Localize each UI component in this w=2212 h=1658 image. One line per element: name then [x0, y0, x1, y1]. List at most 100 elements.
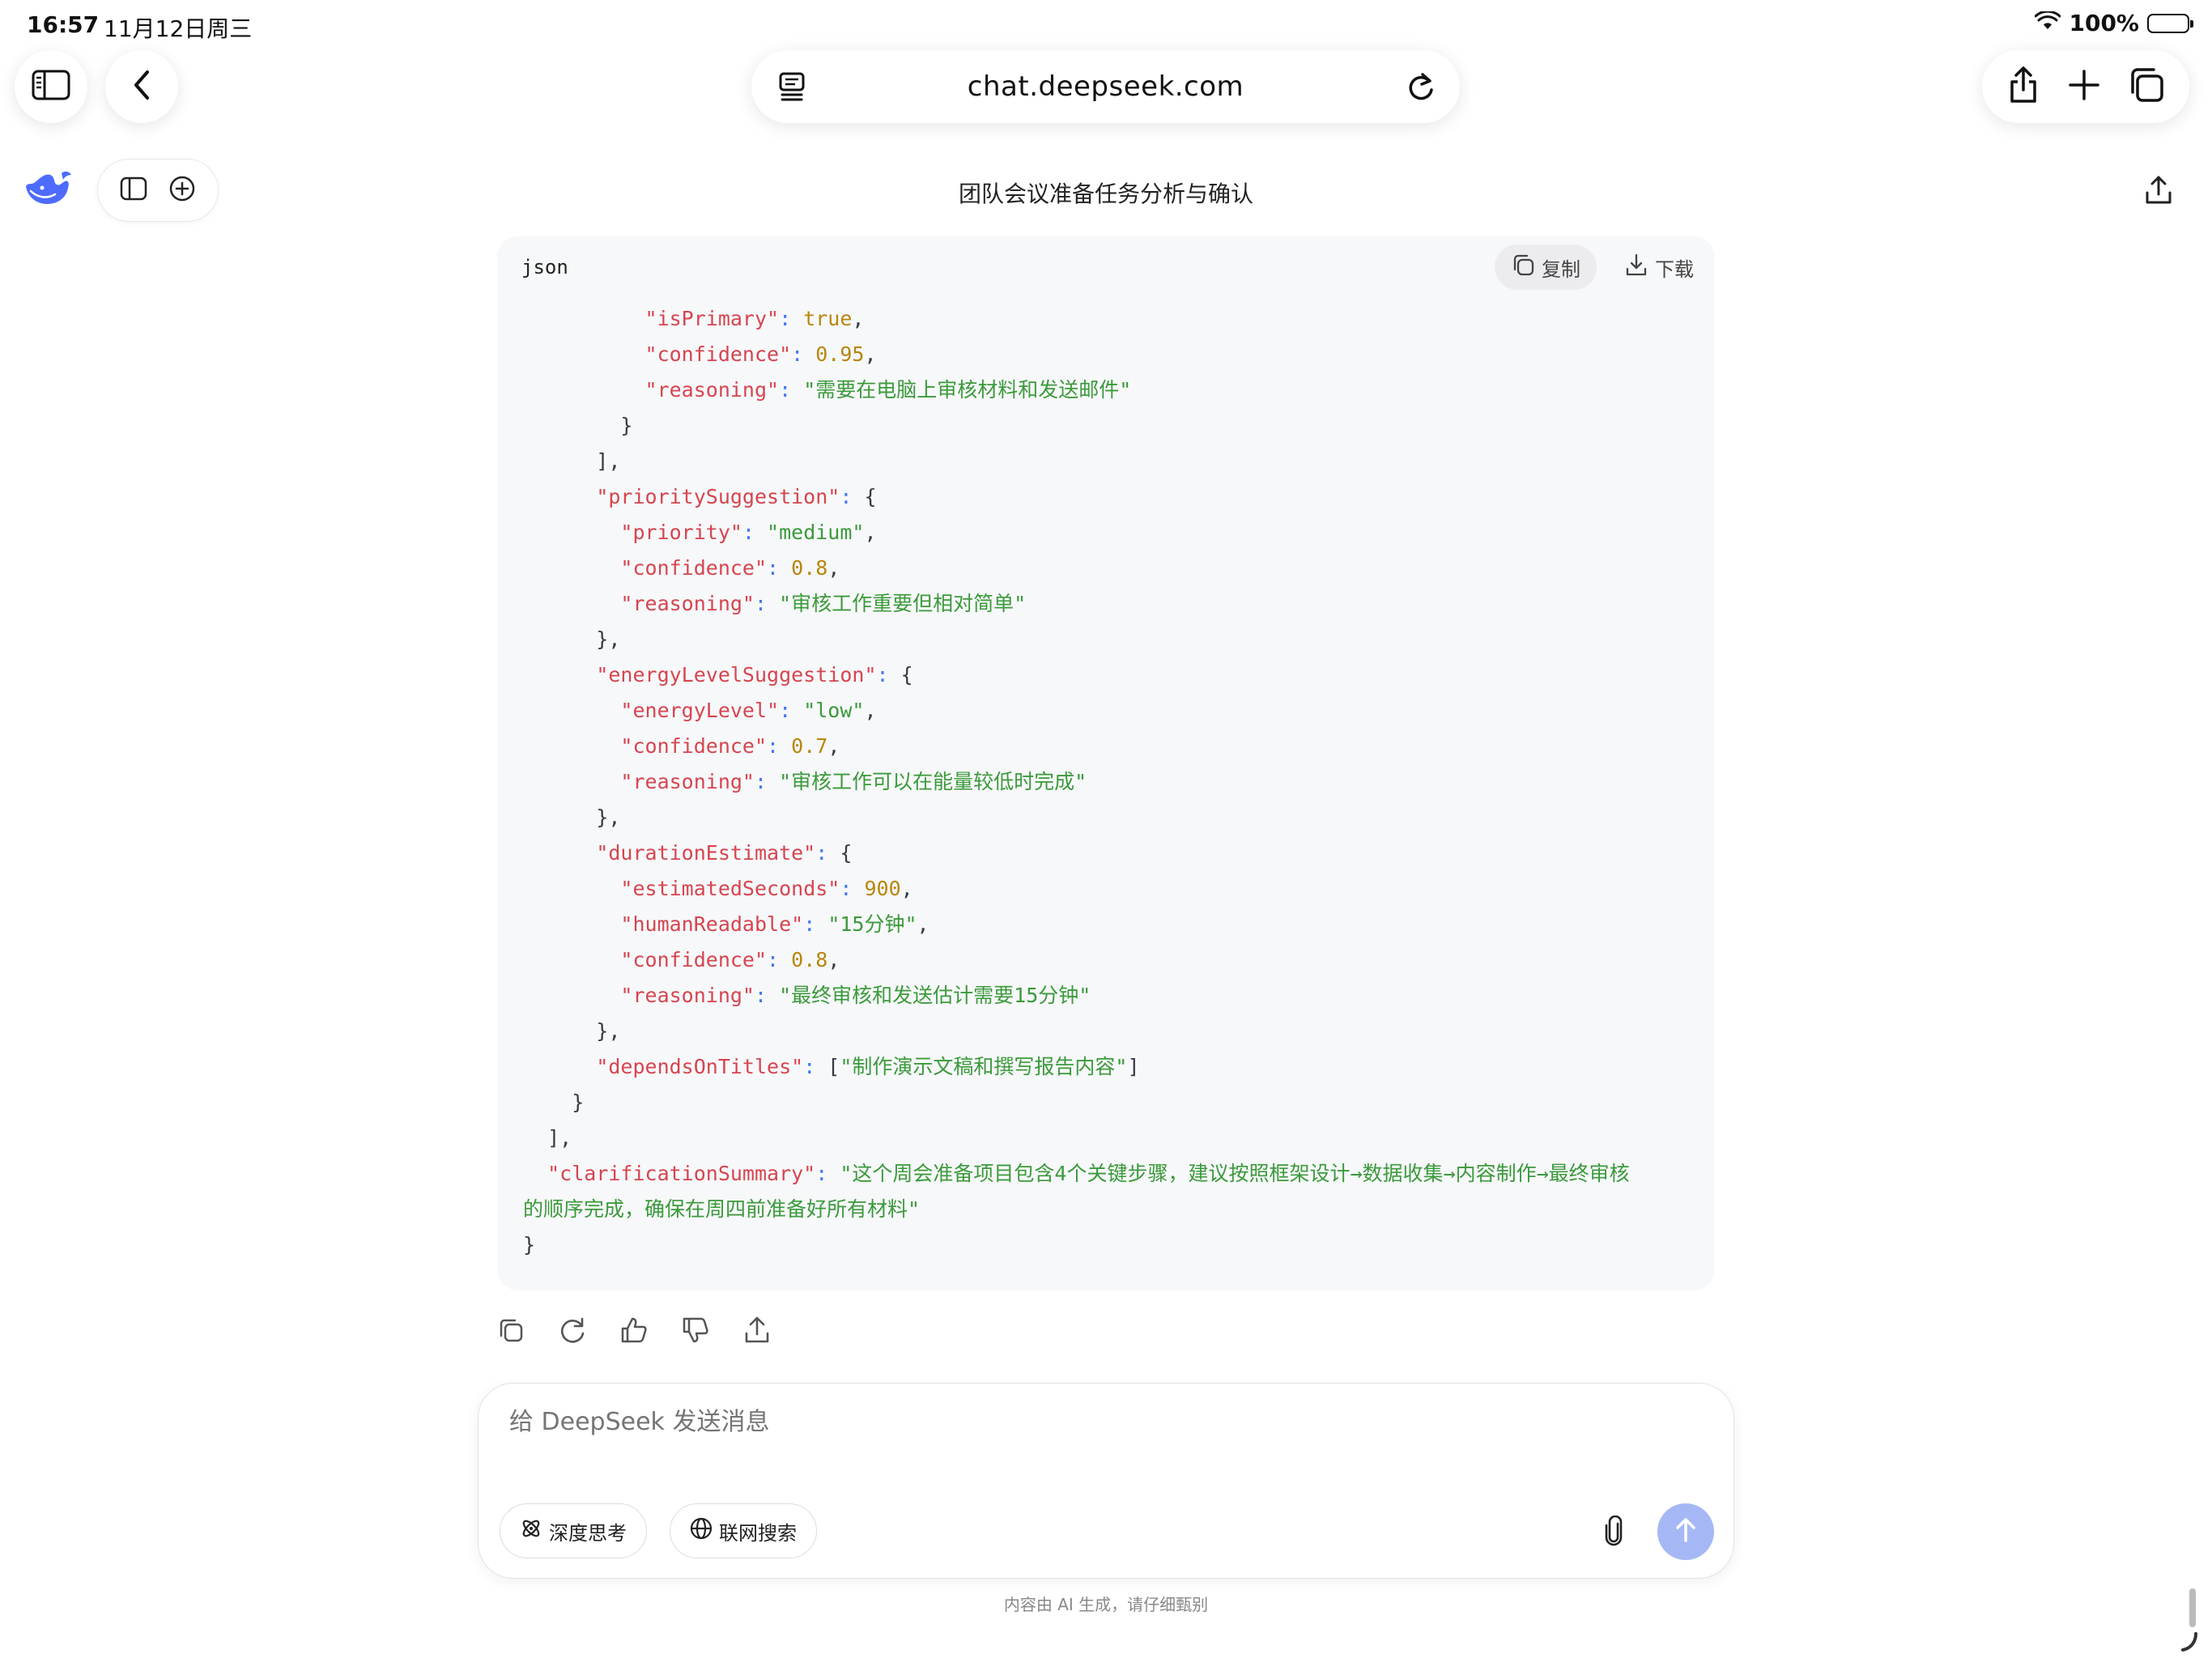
regenerate-icon[interactable]: [555, 1313, 589, 1347]
code-line: ],: [523, 444, 1697, 479]
code-line: 的顺序完成，确保在周四前准备好所有材料": [523, 1192, 1697, 1227]
web-search-toggle[interactable]: 联网搜索: [670, 1503, 817, 1558]
code-language: json: [521, 256, 568, 278]
code-token: "制作演示文稿和撰写报告内容": [840, 1055, 1128, 1078]
code-line: "estimatedSeconds": 900,: [523, 871, 1697, 907]
code-token: "confidence": [620, 556, 768, 580]
code-line: "confidence": 0.7,: [523, 729, 1697, 764]
code-token: :: [742, 521, 768, 544]
sidebar-toggle-button[interactable]: [15, 50, 87, 123]
url-text[interactable]: chat.deepseek.com: [968, 70, 1244, 103]
code-token: ,: [852, 307, 865, 330]
code-token: "confidence": [620, 734, 768, 758]
code-token: "dependsOnTitles": [596, 1055, 804, 1078]
code-line: "confidence": 0.8,: [523, 942, 1697, 978]
code-token: ,: [827, 734, 840, 758]
address-bar[interactable]: chat.deepseek.com: [751, 50, 1460, 123]
status-right: 100%: [2034, 10, 2193, 36]
code-token: :: [755, 770, 780, 793]
thumbs-down-icon[interactable]: [678, 1313, 713, 1347]
code-token: "这个周会准备项目包含4个关键步骤，建议按照框架设计→数据收集→内容制作→最终审…: [840, 1162, 1630, 1185]
code-line: },: [523, 1014, 1697, 1049]
ai-disclaimer: 内容由 AI 生成，请仔细甄别: [1003, 1595, 1209, 1614]
code-token: :: [791, 342, 816, 366]
share-icon[interactable]: [2006, 66, 2040, 108]
thumbs-up-icon[interactable]: [617, 1313, 651, 1347]
code-line: "energyLevelSuggestion": {: [523, 657, 1697, 693]
battery-percent: 100%: [2069, 10, 2139, 36]
message-input[interactable]: [509, 1408, 1562, 1436]
code-token: :: [815, 841, 840, 865]
code-line: "dependsOnTitles": ["制作演示文稿和撰写报告内容"]: [523, 1049, 1697, 1085]
code-line: "humanReadable": "15分钟",: [523, 907, 1697, 942]
copy-code-button[interactable]: 复制: [1495, 244, 1597, 290]
tabs-icon[interactable]: [2128, 66, 2165, 107]
code-token: :: [876, 663, 901, 687]
deep-think-label: 深度思考: [549, 1521, 627, 1545]
code-token: ,: [827, 948, 840, 971]
code-token: ,: [864, 342, 877, 366]
code-line: "reasoning": "需要在电脑上审核材料和发送邮件": [523, 372, 1697, 408]
send-button[interactable]: [1657, 1503, 1714, 1560]
code-token: ,: [900, 877, 913, 900]
share-icon[interactable]: [2144, 175, 2173, 209]
code-line: "isPrimary": true,: [523, 301, 1697, 337]
status-time: 16:57: [27, 11, 100, 38]
conversation-title: 团队会议准备任务分析与确认: [958, 181, 1253, 207]
code-token: true: [803, 307, 853, 330]
code-token: },: [523, 1019, 621, 1043]
code-token: "clarificationSummary": [547, 1162, 816, 1185]
code-line: "confidence": 0.95,: [523, 337, 1697, 372]
code-line: },: [523, 622, 1697, 657]
copy-label: 复制: [1542, 257, 1580, 281]
code-token: :: [803, 1055, 828, 1078]
code-token: },: [523, 627, 621, 651]
plus-icon[interactable]: [2067, 68, 2101, 105]
share-icon[interactable]: [740, 1313, 774, 1347]
code-token: "最终审核和发送估计需要15分钟": [779, 984, 1091, 1007]
back-button[interactable]: [105, 50, 178, 123]
browser-actions: [1982, 50, 2189, 123]
download-code-button[interactable]: 下载: [1611, 244, 1707, 290]
code-token: :: [840, 877, 865, 900]
code-token: [: [827, 1055, 840, 1078]
code-token: ]: [1127, 1055, 1140, 1078]
code-token: ,: [864, 699, 877, 722]
chevron-left-icon: [130, 69, 154, 104]
code-line: "reasoning": "审核工作可以在能量较低时完成": [523, 764, 1697, 800]
code-token: 0.7: [791, 734, 828, 758]
reload-icon[interactable]: [1405, 70, 1437, 107]
code-block: json 复制 下载 "isPrimary": true, "confidenc…: [497, 236, 1715, 1290]
code-token: ],: [523, 1126, 572, 1150]
code-token: },: [523, 806, 621, 829]
battery-icon: [2147, 13, 2193, 33]
code-line: },: [523, 800, 1697, 835]
code-token: :: [755, 592, 780, 615]
code-line: "reasoning": "最终审核和发送估计需要15分钟": [523, 978, 1697, 1014]
code-line: "confidence": 0.8,: [523, 551, 1697, 586]
code-token: :: [767, 734, 792, 758]
code-token: 0.95: [815, 342, 865, 366]
code-line: "durationEstimate": {: [523, 835, 1697, 871]
copy-icon[interactable]: [494, 1313, 528, 1347]
page-menu-icon[interactable]: [777, 71, 806, 105]
code-token: "humanReadable": [620, 912, 804, 936]
code-token: ],: [523, 449, 621, 473]
paperclip-icon[interactable]: [1596, 1513, 1631, 1549]
code-token: "low": [803, 699, 865, 722]
code-line: }: [523, 1085, 1697, 1120]
deep-think-toggle[interactable]: 深度思考: [500, 1503, 647, 1558]
code-token: "prioritySuggestion": [596, 485, 840, 508]
code-line: ],: [523, 1120, 1697, 1156]
